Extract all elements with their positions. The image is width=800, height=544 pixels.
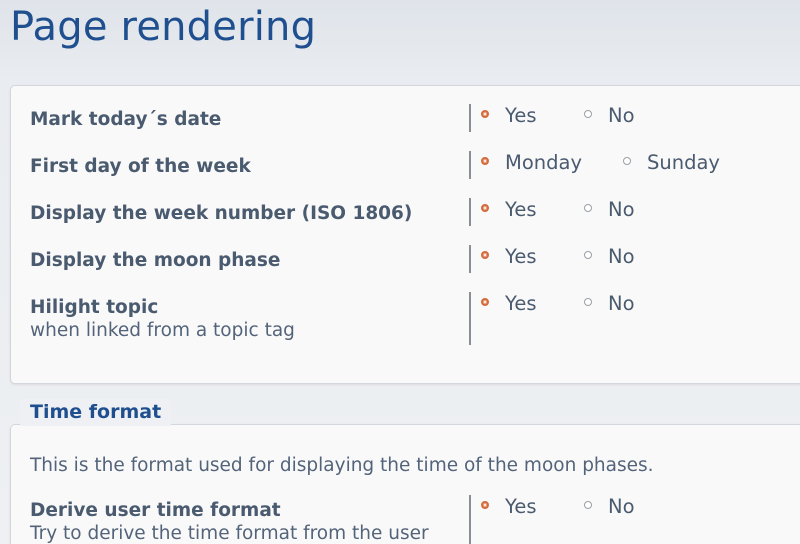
divider	[469, 151, 471, 179]
setting-label: Display the moon phase	[30, 250, 281, 271]
radio-label: Yes	[505, 245, 537, 268]
radio-selected-icon[interactable]	[481, 501, 489, 509]
radio-option-monday[interactable]: Monday	[481, 151, 582, 175]
radio-label: Monday	[505, 151, 582, 174]
radio-option-yes[interactable]: Yes	[481, 245, 537, 269]
radio-label: Sunday	[647, 151, 720, 174]
radio-label: No	[608, 245, 635, 268]
radio-label: Yes	[505, 292, 537, 315]
radio-option-yes[interactable]: Yes	[481, 198, 537, 222]
radio-label: No	[608, 292, 635, 315]
radio-selected-icon[interactable]	[481, 251, 489, 259]
radio-option-no[interactable]: No	[584, 292, 635, 316]
radio-unselected-icon[interactable]	[584, 204, 592, 212]
setting-label: Hilight topic	[30, 297, 159, 318]
radio-option-no[interactable]: No	[584, 245, 635, 269]
radio-unselected-icon[interactable]	[584, 251, 592, 259]
radio-label: Yes	[505, 104, 537, 127]
radio-label: No	[608, 198, 635, 221]
radio-selected-icon[interactable]	[481, 298, 489, 306]
divider	[469, 198, 471, 226]
radio-option-sunday[interactable]: Sunday	[623, 151, 720, 175]
radio-label: No	[608, 495, 635, 518]
section-description: This is the format used for displaying t…	[30, 455, 654, 476]
radio-option-no[interactable]: No	[584, 198, 635, 222]
radio-unselected-icon[interactable]	[584, 298, 592, 306]
radio-option-no[interactable]: No	[584, 495, 635, 519]
setting-sublabel: when linked from a topic tag	[30, 320, 295, 341]
radio-option-yes[interactable]: Yes	[481, 495, 537, 519]
radio-unselected-icon[interactable]	[584, 501, 592, 509]
radio-option-no[interactable]: No	[584, 104, 635, 128]
section-title-time-format: Time format	[20, 399, 172, 426]
radio-selected-icon[interactable]	[481, 204, 489, 212]
radio-unselected-icon[interactable]	[623, 157, 631, 165]
setting-sublabel: Try to derive the time format from the u…	[30, 523, 429, 544]
setting-label: Display the week number (ISO 1806)	[30, 203, 413, 224]
divider	[469, 495, 471, 544]
setting-label: First day of the week	[30, 156, 251, 177]
setting-label: Mark today´s date	[30, 109, 222, 130]
radio-option-yes[interactable]: Yes	[481, 292, 537, 316]
page-title: Page rendering	[10, 4, 317, 50]
setting-label: Derive user time format	[30, 500, 281, 521]
divider	[469, 245, 471, 273]
radio-selected-icon[interactable]	[481, 157, 489, 165]
radio-label: Yes	[505, 495, 537, 518]
radio-option-yes[interactable]: Yes	[481, 104, 537, 128]
radio-selected-icon[interactable]	[481, 110, 489, 118]
radio-label: Yes	[505, 198, 537, 221]
divider	[469, 104, 471, 132]
radio-label: No	[608, 104, 635, 127]
radio-unselected-icon[interactable]	[584, 110, 592, 118]
divider	[469, 292, 471, 345]
